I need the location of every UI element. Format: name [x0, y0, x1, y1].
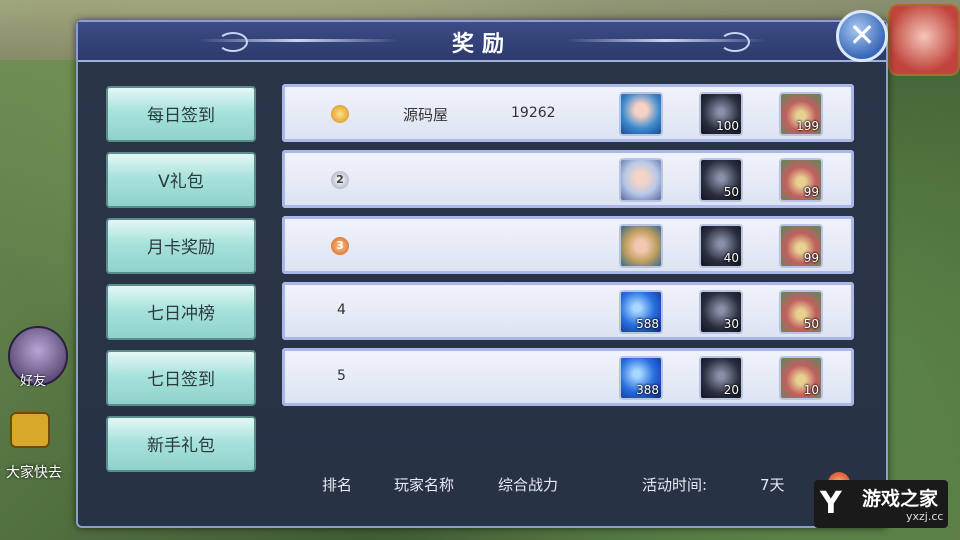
player-name: 源码屋 [403, 106, 449, 124]
watermark-logo: Y [820, 486, 842, 521]
dark-armor-icon[interactable]: 20 [699, 356, 743, 400]
reward-count: 99 [803, 185, 819, 199]
reward-count: 99 [803, 251, 819, 265]
column-power-header: 综合战力 [498, 476, 559, 494]
rank-number: 5 [337, 368, 346, 384]
silver-medal-icon: 2 [331, 171, 349, 189]
dark-armor-icon[interactable]: 100 [699, 92, 743, 136]
title-bar: 奖励 [78, 22, 886, 62]
rank-number: 4 [337, 302, 346, 318]
table-row: 2 50 99 [282, 150, 854, 208]
reward-count: 199 [796, 119, 819, 133]
watermark-name: 游戏之家 [862, 488, 939, 510]
treasure-bag-icon[interactable]: 199 [779, 92, 823, 136]
silver-haired-hero-portrait-icon[interactable] [619, 158, 663, 202]
blue-gem-icon[interactable]: 588 [619, 290, 663, 334]
close-icon: ✕ [848, 16, 876, 54]
dark-armor-icon[interactable]: 50 [699, 158, 743, 202]
column-rank-header: 排名 [322, 476, 353, 494]
reward-count: 388 [636, 383, 659, 397]
activity-time-label: 活动时间: [642, 476, 708, 494]
tab-seven-day-signin[interactable]: 七日签到 [106, 350, 256, 406]
chat-icon[interactable] [10, 412, 50, 448]
column-player-header: 玩家名称 [394, 476, 455, 494]
treasure-bag-icon[interactable]: 99 [779, 224, 823, 268]
treasure-bag-icon[interactable]: 10 [779, 356, 823, 400]
dark-armor-icon[interactable]: 40 [699, 224, 743, 268]
tab-newbie-gift[interactable]: 新手礼包 [106, 416, 256, 472]
bronze-medal-icon: 3 [331, 237, 349, 255]
blue-haired-hero-portrait-icon[interactable] [619, 92, 663, 136]
watermark-url: yxzj.cc [906, 510, 944, 523]
table-row: 4 588 30 50 [282, 282, 854, 340]
treasure-bag-icon[interactable]: 50 [779, 290, 823, 334]
reward-count: 30 [723, 317, 739, 331]
player-avatar-icon[interactable] [888, 4, 960, 76]
reward-count: 588 [636, 317, 659, 331]
table-row: 5 388 20 10 [282, 348, 854, 406]
reward-count: 50 [803, 317, 819, 331]
gold-medal-icon [331, 105, 349, 123]
treasure-bag-icon[interactable]: 99 [779, 158, 823, 202]
site-watermark: Y 游戏之家 yxzj.cc [814, 480, 948, 528]
window-title: 奖励 [451, 32, 512, 57]
helmet-hero-portrait-icon[interactable] [619, 224, 663, 268]
tab-daily-signin[interactable]: 每日签到 [106, 86, 256, 142]
combat-power: 19262 [511, 105, 556, 121]
reward-count: 100 [716, 119, 739, 133]
close-button[interactable]: ✕ [836, 10, 888, 62]
reward-count: 50 [723, 185, 739, 199]
table-row: 3 40 99 [282, 216, 854, 274]
friend-label: 好友 [20, 374, 47, 389]
table-row: 源码屋 19262 100 199 [282, 84, 854, 142]
activity-time-value: 7天 [760, 476, 785, 494]
tab-vip-gift[interactable]: V礼包 [106, 152, 256, 208]
blue-gem-icon[interactable]: 388 [619, 356, 663, 400]
dark-armor-icon[interactable]: 30 [699, 290, 743, 334]
reward-count: 10 [803, 383, 819, 397]
chat-text: 大家快去 [6, 465, 62, 481]
reward-count: 20 [723, 383, 739, 397]
reward-count: 40 [723, 251, 739, 265]
tab-monthly-card[interactable]: 月卡奖励 [106, 218, 256, 274]
tab-seven-day-ranking[interactable]: 七日冲榜 [106, 284, 256, 340]
